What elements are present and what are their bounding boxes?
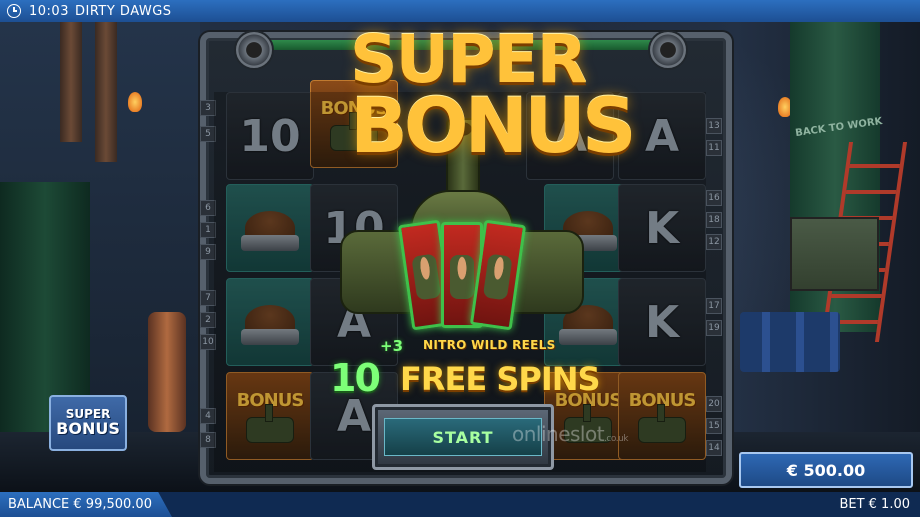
top-bar: 10:03 DIRTY DAWGS: [0, 0, 920, 22]
payline-number: 15: [706, 418, 722, 434]
pipe: [60, 22, 82, 142]
payline-number: 20: [706, 396, 722, 412]
pipe: [95, 22, 117, 162]
barrels: [740, 312, 840, 372]
balance-display: BALANCE € 99,500.00: [0, 492, 172, 517]
game-title: DIRTY DAWGS: [74, 3, 172, 19]
bet-display: BET € 1.00: [839, 497, 910, 512]
bottom-bar: BALANCE € 99,500.00 BET € 1.00: [0, 492, 920, 517]
payline-number: 12: [706, 234, 722, 250]
payline-number: 19: [706, 320, 722, 336]
wild-reel-cards: [397, 219, 527, 332]
win-amount-display[interactable]: € 500.00: [739, 452, 913, 488]
nitro-wild-reels-label: NITRO WILD REELS: [423, 338, 556, 352]
wild-reels-count: +3: [380, 337, 404, 355]
payline-number: 17: [706, 298, 722, 314]
super-bonus-button-line2: BONUS: [56, 418, 120, 438]
free-spins-count: 10: [330, 356, 381, 400]
payline-number: 13: [706, 118, 722, 134]
payline-number: 18: [706, 212, 722, 228]
payline-number: 16: [706, 190, 722, 206]
title-line-2: BONUS: [350, 80, 637, 170]
watermark: onlineslot.co.uk: [512, 422, 628, 446]
clock-icon: [7, 4, 21, 18]
payline-number: 14: [706, 440, 722, 456]
payline-number: 11: [706, 140, 722, 156]
clock-time: 10:03: [29, 3, 69, 19]
fan-icon: [648, 30, 688, 70]
crate: [790, 217, 879, 291]
super-bonus-title: SUPER BONUS: [350, 27, 637, 170]
fan-icon: [234, 30, 274, 70]
gas-cylinder: [148, 312, 186, 432]
free-spins-label: FREE SPINS: [400, 360, 601, 398]
super-bonus-button[interactable]: SUPER BONUS: [49, 395, 127, 451]
flame-icon: [128, 92, 142, 112]
